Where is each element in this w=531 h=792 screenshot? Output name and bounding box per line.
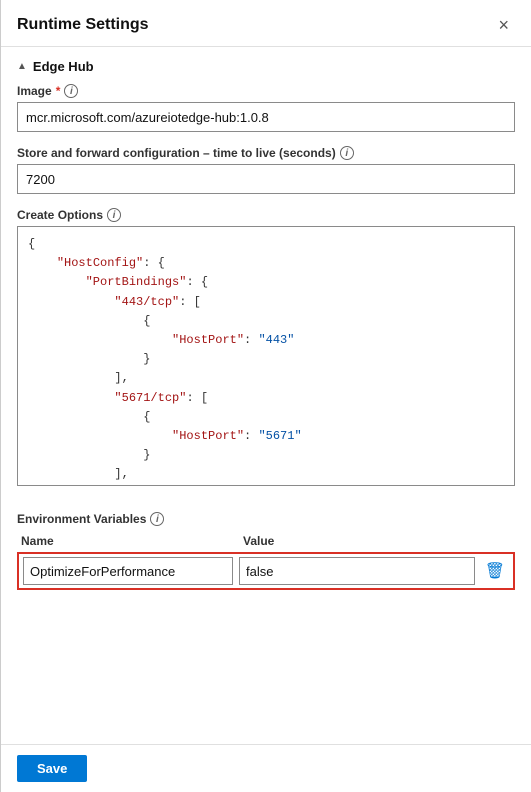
image-input[interactable] [17,102,515,132]
runtime-settings-panel: Runtime Settings × ▲ Edge Hub Image * i … [0,0,531,792]
env-name-input[interactable] [23,557,233,585]
env-table-header: Name Value [17,534,515,548]
code-line: { [18,235,514,254]
chevron-up-icon: ▲ [17,61,27,72]
code-line: "8883/tcp": [ [18,484,514,486]
edge-hub-section-header[interactable]: ▲ Edge Hub [17,59,515,74]
env-value-input[interactable] [239,557,475,585]
code-line: } [18,446,514,465]
code-line: { [18,408,514,427]
env-col-value-header: Value [239,534,513,548]
code-line: "PortBindings": { [18,273,514,292]
edge-hub-section: ▲ Edge Hub Image * i Store and forward c… [1,47,531,486]
image-info-icon[interactable]: i [64,84,78,98]
create-options-editor[interactable]: { "HostConfig": { "PortBindings": { "443… [17,226,515,486]
env-vars-section: Environment Variables i Name Value 🗑 [1,500,531,590]
panel-header: Runtime Settings × [1,0,531,47]
env-variable-row: 🗑 [17,552,515,590]
trash-icon: 🗑 [485,561,505,581]
code-line: "HostConfig": { [18,254,514,273]
code-line: { [18,312,514,331]
ttl-info-icon[interactable]: i [340,146,354,160]
env-vars-label: Environment Variables i [17,512,515,526]
ttl-field-label: Store and forward configuration – time t… [17,146,515,160]
panel-title: Runtime Settings [17,16,149,34]
edge-hub-section-label: Edge Hub [33,59,94,74]
image-field-group: Image * i [17,84,515,132]
close-button[interactable]: × [492,14,515,36]
create-options-info-icon[interactable]: i [107,208,121,222]
image-field-label: Image * i [17,84,515,98]
create-options-group: Create Options i { "HostConfig": { "Port… [17,208,515,486]
delete-env-var-button[interactable]: 🗑 [481,559,509,583]
required-star: * [56,84,61,98]
code-line: "5671/tcp": [ [18,389,514,408]
code-line: "HostPort": "5671" [18,427,514,446]
ttl-field-group: Store and forward configuration – time t… [17,146,515,194]
create-options-label: Create Options i [17,208,515,222]
code-line: "HostPort": "443" [18,331,514,350]
ttl-input[interactable] [17,164,515,194]
save-button[interactable]: Save [17,755,87,782]
code-line: "443/tcp": [ [18,293,514,312]
panel-footer: Save [1,744,531,792]
env-col-name-header: Name [19,534,239,548]
code-line: ], [18,369,514,388]
env-vars-info-icon[interactable]: i [150,512,164,526]
code-line: ], [18,465,514,484]
code-line: } [18,350,514,369]
